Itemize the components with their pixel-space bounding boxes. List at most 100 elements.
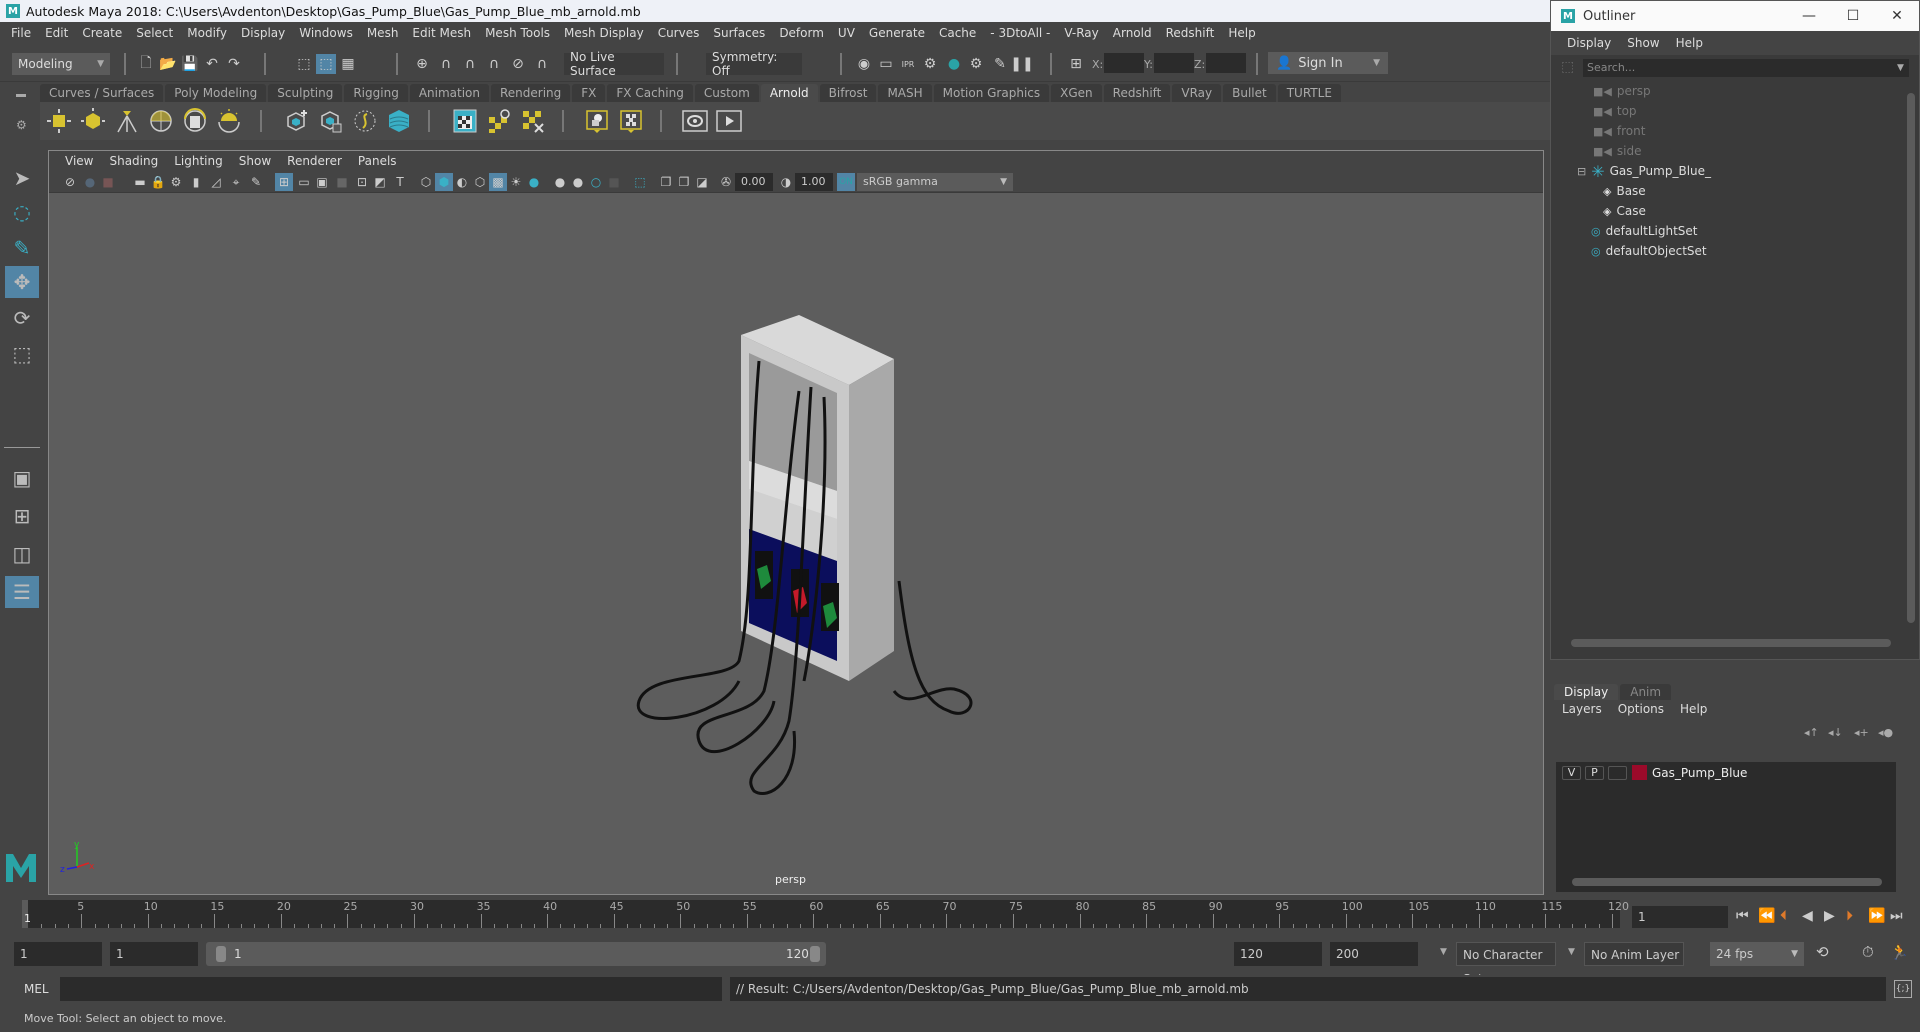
lock-camera-icon[interactable]: 🔒	[149, 173, 167, 191]
xray-icon[interactable]: ❐	[657, 173, 675, 191]
tab-mash[interactable]: MASH	[878, 84, 932, 102]
open-scene-icon[interactable]: 📂	[158, 54, 178, 74]
lasso-tool-icon[interactable]: ◌	[5, 196, 39, 228]
field-chart-icon[interactable]: ⊡	[353, 173, 371, 191]
play-backwards-icon[interactable]: ◀	[1802, 908, 1813, 924]
menu-vray[interactable]: V-Ray	[1057, 26, 1105, 40]
volume-icon[interactable]	[386, 108, 412, 134]
outliner-item[interactable]: ■◀ persp	[1593, 81, 1920, 101]
character-set-field[interactable]: No Character Set	[1456, 942, 1556, 986]
grid-icon[interactable]: ⊞	[275, 173, 293, 191]
outliner-layout-icon[interactable]: ☰	[5, 576, 39, 608]
layer-playback-toggle[interactable]: P	[1585, 766, 1604, 780]
gamma-field[interactable]: 1.00	[795, 173, 833, 191]
safe-title-icon[interactable]: T	[391, 173, 409, 191]
camera-settings-icon[interactable]: ⚙	[167, 173, 185, 191]
render-frame-icon[interactable]: ▭	[876, 54, 896, 74]
fps-dropdown[interactable]: 24 fps ▼	[1710, 942, 1804, 966]
rotate-tool-icon[interactable]: ⟳	[5, 302, 39, 334]
shadows-icon[interactable]: ●	[525, 173, 543, 191]
menu-arnold[interactable]: Arnold	[1106, 26, 1159, 40]
step-forward-key-icon[interactable]: ⏩	[1868, 908, 1885, 924]
outliner-horizontal-scrollbar[interactable]	[1571, 639, 1891, 647]
menu-modify[interactable]: Modify	[180, 26, 234, 40]
live-surface-field[interactable]: No Live Surface	[564, 50, 664, 78]
paint-select-tool-icon[interactable]: ✎	[5, 232, 39, 264]
auto-key-icon[interactable]: ⏱	[1862, 943, 1874, 961]
menu-uv[interactable]: UV	[831, 26, 862, 40]
tab-xgen[interactable]: XGen	[1051, 84, 1102, 102]
shader-ball-icon[interactable]	[584, 108, 610, 134]
bookmark-icon[interactable]: ■	[99, 173, 117, 191]
time-slider[interactable]: 1 5 10 15 20 25 30 35 40 45 50 55 60 65 70 75 80 85 90 95 1…	[0, 898, 1920, 932]
outliner-vertical-scrollbar[interactable]	[1907, 93, 1915, 623]
script-language-toggle[interactable]: MEL	[24, 982, 49, 996]
command-input[interactable]	[60, 977, 722, 1001]
tab-motion-graphics[interactable]: Motion Graphics	[933, 84, 1050, 102]
go-to-end-icon[interactable]: ⏭	[1890, 908, 1903, 924]
menu-mesh-tools[interactable]: Mesh Tools	[478, 26, 557, 40]
pause-icon[interactable]: ❚❚	[1010, 54, 1033, 74]
chevron-down-icon[interactable]: ▼	[1440, 947, 1447, 957]
vp-menu-renderer[interactable]: Renderer	[279, 154, 350, 168]
vp-menu-shading[interactable]: Shading	[101, 154, 166, 168]
snap-curve-icon[interactable]: ∩	[436, 54, 456, 74]
tx-manager-icon[interactable]	[486, 108, 512, 134]
x-field[interactable]	[1104, 53, 1144, 73]
redo-icon[interactable]: ↷	[224, 54, 244, 74]
menu-surfaces[interactable]: Surfaces	[706, 26, 772, 40]
skydome-light-icon[interactable]	[148, 108, 174, 134]
two-pane-layout-icon[interactable]: ◫	[5, 538, 39, 570]
texture-icon[interactable]	[618, 108, 644, 134]
current-frame-field[interactable]: 1	[1632, 906, 1728, 928]
menu-curves[interactable]: Curves	[651, 26, 707, 40]
ol-menu-display[interactable]: Display	[1559, 36, 1619, 50]
vp-menu-lighting[interactable]: Lighting	[166, 154, 231, 168]
anti-aliasing-icon[interactable]: ○	[587, 173, 605, 191]
vp-menu-show[interactable]: Show	[231, 154, 279, 168]
tab-animation[interactable]: Animation	[409, 84, 489, 102]
ol-menu-help[interactable]: Help	[1668, 36, 1711, 50]
area-light-icon[interactable]	[46, 108, 72, 134]
select-object-icon[interactable]: ⬚	[316, 54, 336, 74]
new-layer-icon[interactable]: ◂+	[1854, 726, 1869, 739]
step-back-frame-icon[interactable]: ⏴	[1780, 908, 1787, 924]
sign-in-button[interactable]: 👤 Sign In ▼	[1268, 52, 1388, 74]
range-start-handle[interactable]	[216, 946, 226, 962]
transform-icon[interactable]: ⊞	[1066, 54, 1086, 74]
menu-generate[interactable]: Generate	[862, 26, 932, 40]
collapse-icon[interactable]: ⊟	[1577, 165, 1586, 178]
move-tool-icon[interactable]: ✥	[5, 266, 39, 298]
outliner-item[interactable]: ■◀ top	[1593, 101, 1920, 121]
flush-textures-icon[interactable]	[520, 108, 546, 134]
new-scene-icon[interactable]: 🗋	[136, 54, 156, 74]
menu-select[interactable]: Select	[129, 26, 180, 40]
physical-sky-icon[interactable]	[216, 108, 242, 134]
outliner-item[interactable]: ■◀ side	[1593, 141, 1920, 161]
chevron-down-icon[interactable]: ▼	[1568, 947, 1575, 957]
export-standin-icon[interactable]	[318, 108, 344, 134]
step-forward-frame-icon[interactable]: ⏵	[1846, 908, 1853, 924]
scale-tool-icon[interactable]: ⬚	[5, 338, 39, 370]
color-management-toggle[interactable]: ON	[837, 173, 855, 191]
gate-mask-icon[interactable]: ■	[333, 173, 351, 191]
layer-visibility-toggle[interactable]: V	[1562, 766, 1581, 780]
anim-layer-field[interactable]: No Anim Layer	[1584, 942, 1684, 966]
light-editor-icon[interactable]: ✎	[990, 54, 1010, 74]
tab-curves-surfaces[interactable]: Curves / Surfaces	[40, 84, 164, 102]
animation-end-field[interactable]: 200	[1330, 942, 1418, 966]
menu-create[interactable]: Create	[75, 26, 129, 40]
play-forwards-icon[interactable]: ▶	[1824, 908, 1835, 924]
mesh-light-icon[interactable]	[80, 108, 106, 134]
layer-menu-help[interactable]: Help	[1672, 702, 1715, 716]
snap-view-icon[interactable]: ∩	[484, 54, 504, 74]
tab-poly-modeling[interactable]: Poly Modeling	[165, 84, 267, 102]
outliner-item[interactable]: ■◀ front	[1593, 121, 1920, 141]
tab-vray[interactable]: VRay	[1172, 84, 1222, 102]
screen-space-ao-icon[interactable]: ●	[551, 173, 569, 191]
outliner-item[interactable]: ◈ Case	[1603, 201, 1920, 221]
snap-surface-icon[interactable]: ⊘	[508, 54, 528, 74]
render-setup-icon[interactable]: ⚙	[966, 54, 986, 74]
menu-edit-mesh[interactable]: Edit Mesh	[405, 26, 478, 40]
exposure-field[interactable]: 0.00	[735, 173, 773, 191]
